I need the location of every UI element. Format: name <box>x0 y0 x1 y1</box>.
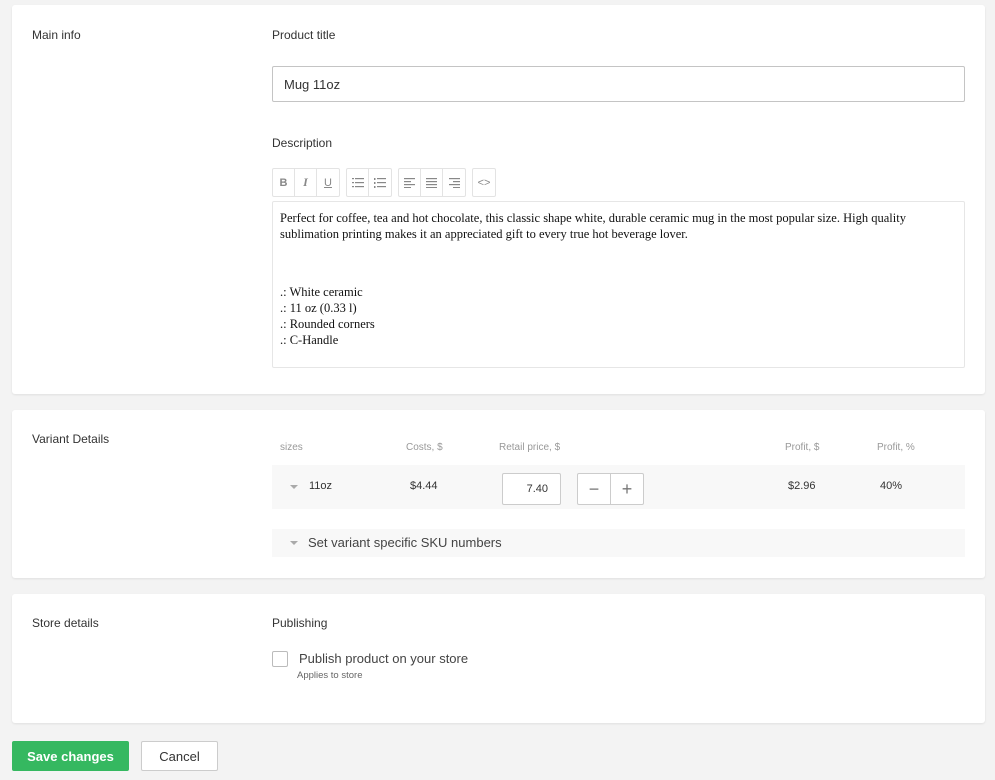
main-info-card: Main info Product title Description B I … <box>12 5 985 394</box>
bold-icon: B <box>279 176 288 189</box>
feature-line: .: Rounded corners <box>280 317 375 331</box>
format-group: B I U <box>272 168 340 197</box>
store-details-section-label: Store details <box>32 616 99 630</box>
italic-button[interactable]: I <box>295 169 317 196</box>
publish-checkbox-sublabel: Applies to store <box>297 670 363 681</box>
align-right-icon <box>448 177 460 188</box>
bullet-list-icon <box>351 177 364 187</box>
align-center-icon <box>426 177 437 188</box>
expand-caret-icon[interactable] <box>290 485 298 489</box>
increment-button[interactable]: + <box>611 474 643 504</box>
publish-checkbox[interactable] <box>272 651 288 667</box>
description-toolbar: B I U <> <box>272 168 496 198</box>
list-group <box>346 168 392 197</box>
underline-button[interactable]: U <box>317 169 339 196</box>
description-paragraph: Perfect for coffee, tea and hot chocolat… <box>280 211 906 241</box>
table-row: 11oz $4.44 − + $2.96 40% <box>272 465 965 509</box>
price-stepper: − + <box>577 473 644 505</box>
decrement-button[interactable]: − <box>578 474 611 504</box>
store-details-card: Store details Publishing Publish product… <box>12 594 985 723</box>
feature-line: .: 11 oz (0.33 l) <box>280 301 357 315</box>
retail-price-input[interactable] <box>502 473 561 505</box>
variant-details-card: Variant Details sizes Costs, $ Retail pr… <box>12 410 985 578</box>
description-editor[interactable]: Perfect for coffee, tea and hot chocolat… <box>272 201 965 368</box>
feature-line: .: C-Handle <box>280 333 339 347</box>
code-view-icon: <> <box>477 176 491 189</box>
column-header-profit-usd: Profit, $ <box>785 442 820 453</box>
sku-toggle-label: Set variant specific SKU numbers <box>308 535 502 550</box>
variant-details-section-label: Variant Details <box>32 432 110 446</box>
align-group <box>398 168 466 197</box>
underline-icon: U <box>324 176 332 189</box>
code-view-button[interactable]: <> <box>473 169 495 196</box>
variant-cost: $4.44 <box>410 480 438 492</box>
code-group: <> <box>472 168 496 197</box>
numbered-list-button[interactable] <box>369 169 391 196</box>
numbered-list-icon <box>374 177 386 188</box>
align-left-button[interactable] <box>399 169 421 196</box>
bullet-list-button[interactable] <box>347 169 369 196</box>
column-header-retail-price: Retail price, $ <box>499 442 561 453</box>
column-header-sizes: sizes <box>280 442 303 453</box>
caret-down-icon <box>290 541 298 545</box>
variant-profit-usd: $2.96 <box>788 480 816 492</box>
scrollbar-track[interactable] <box>987 0 995 780</box>
align-center-button[interactable] <box>421 169 443 196</box>
product-title-label: Product title <box>272 28 336 42</box>
publish-checkbox-label[interactable]: Publish product on your store <box>299 651 468 666</box>
save-changes-button[interactable]: Save changes <box>12 741 129 771</box>
column-header-costs: Costs, $ <box>406 442 443 453</box>
italic-icon: I <box>303 175 308 189</box>
cancel-button[interactable]: Cancel <box>141 741 218 771</box>
main-info-section-label: Main info <box>32 28 81 42</box>
align-left-icon <box>404 177 415 188</box>
publishing-label: Publishing <box>272 616 328 630</box>
column-header-profit-pct: Profit, % <box>877 442 915 453</box>
product-title-input[interactable] <box>272 66 965 102</box>
description-label: Description <box>272 136 333 150</box>
feature-line: .: White ceramic <box>280 285 363 299</box>
variant-size: 11oz <box>309 480 333 492</box>
variant-profit-pct: 40% <box>880 480 903 492</box>
sku-numbers-toggle[interactable]: Set variant specific SKU numbers <box>272 529 965 557</box>
bold-button[interactable]: B <box>273 169 295 196</box>
align-right-button[interactable] <box>443 169 465 196</box>
